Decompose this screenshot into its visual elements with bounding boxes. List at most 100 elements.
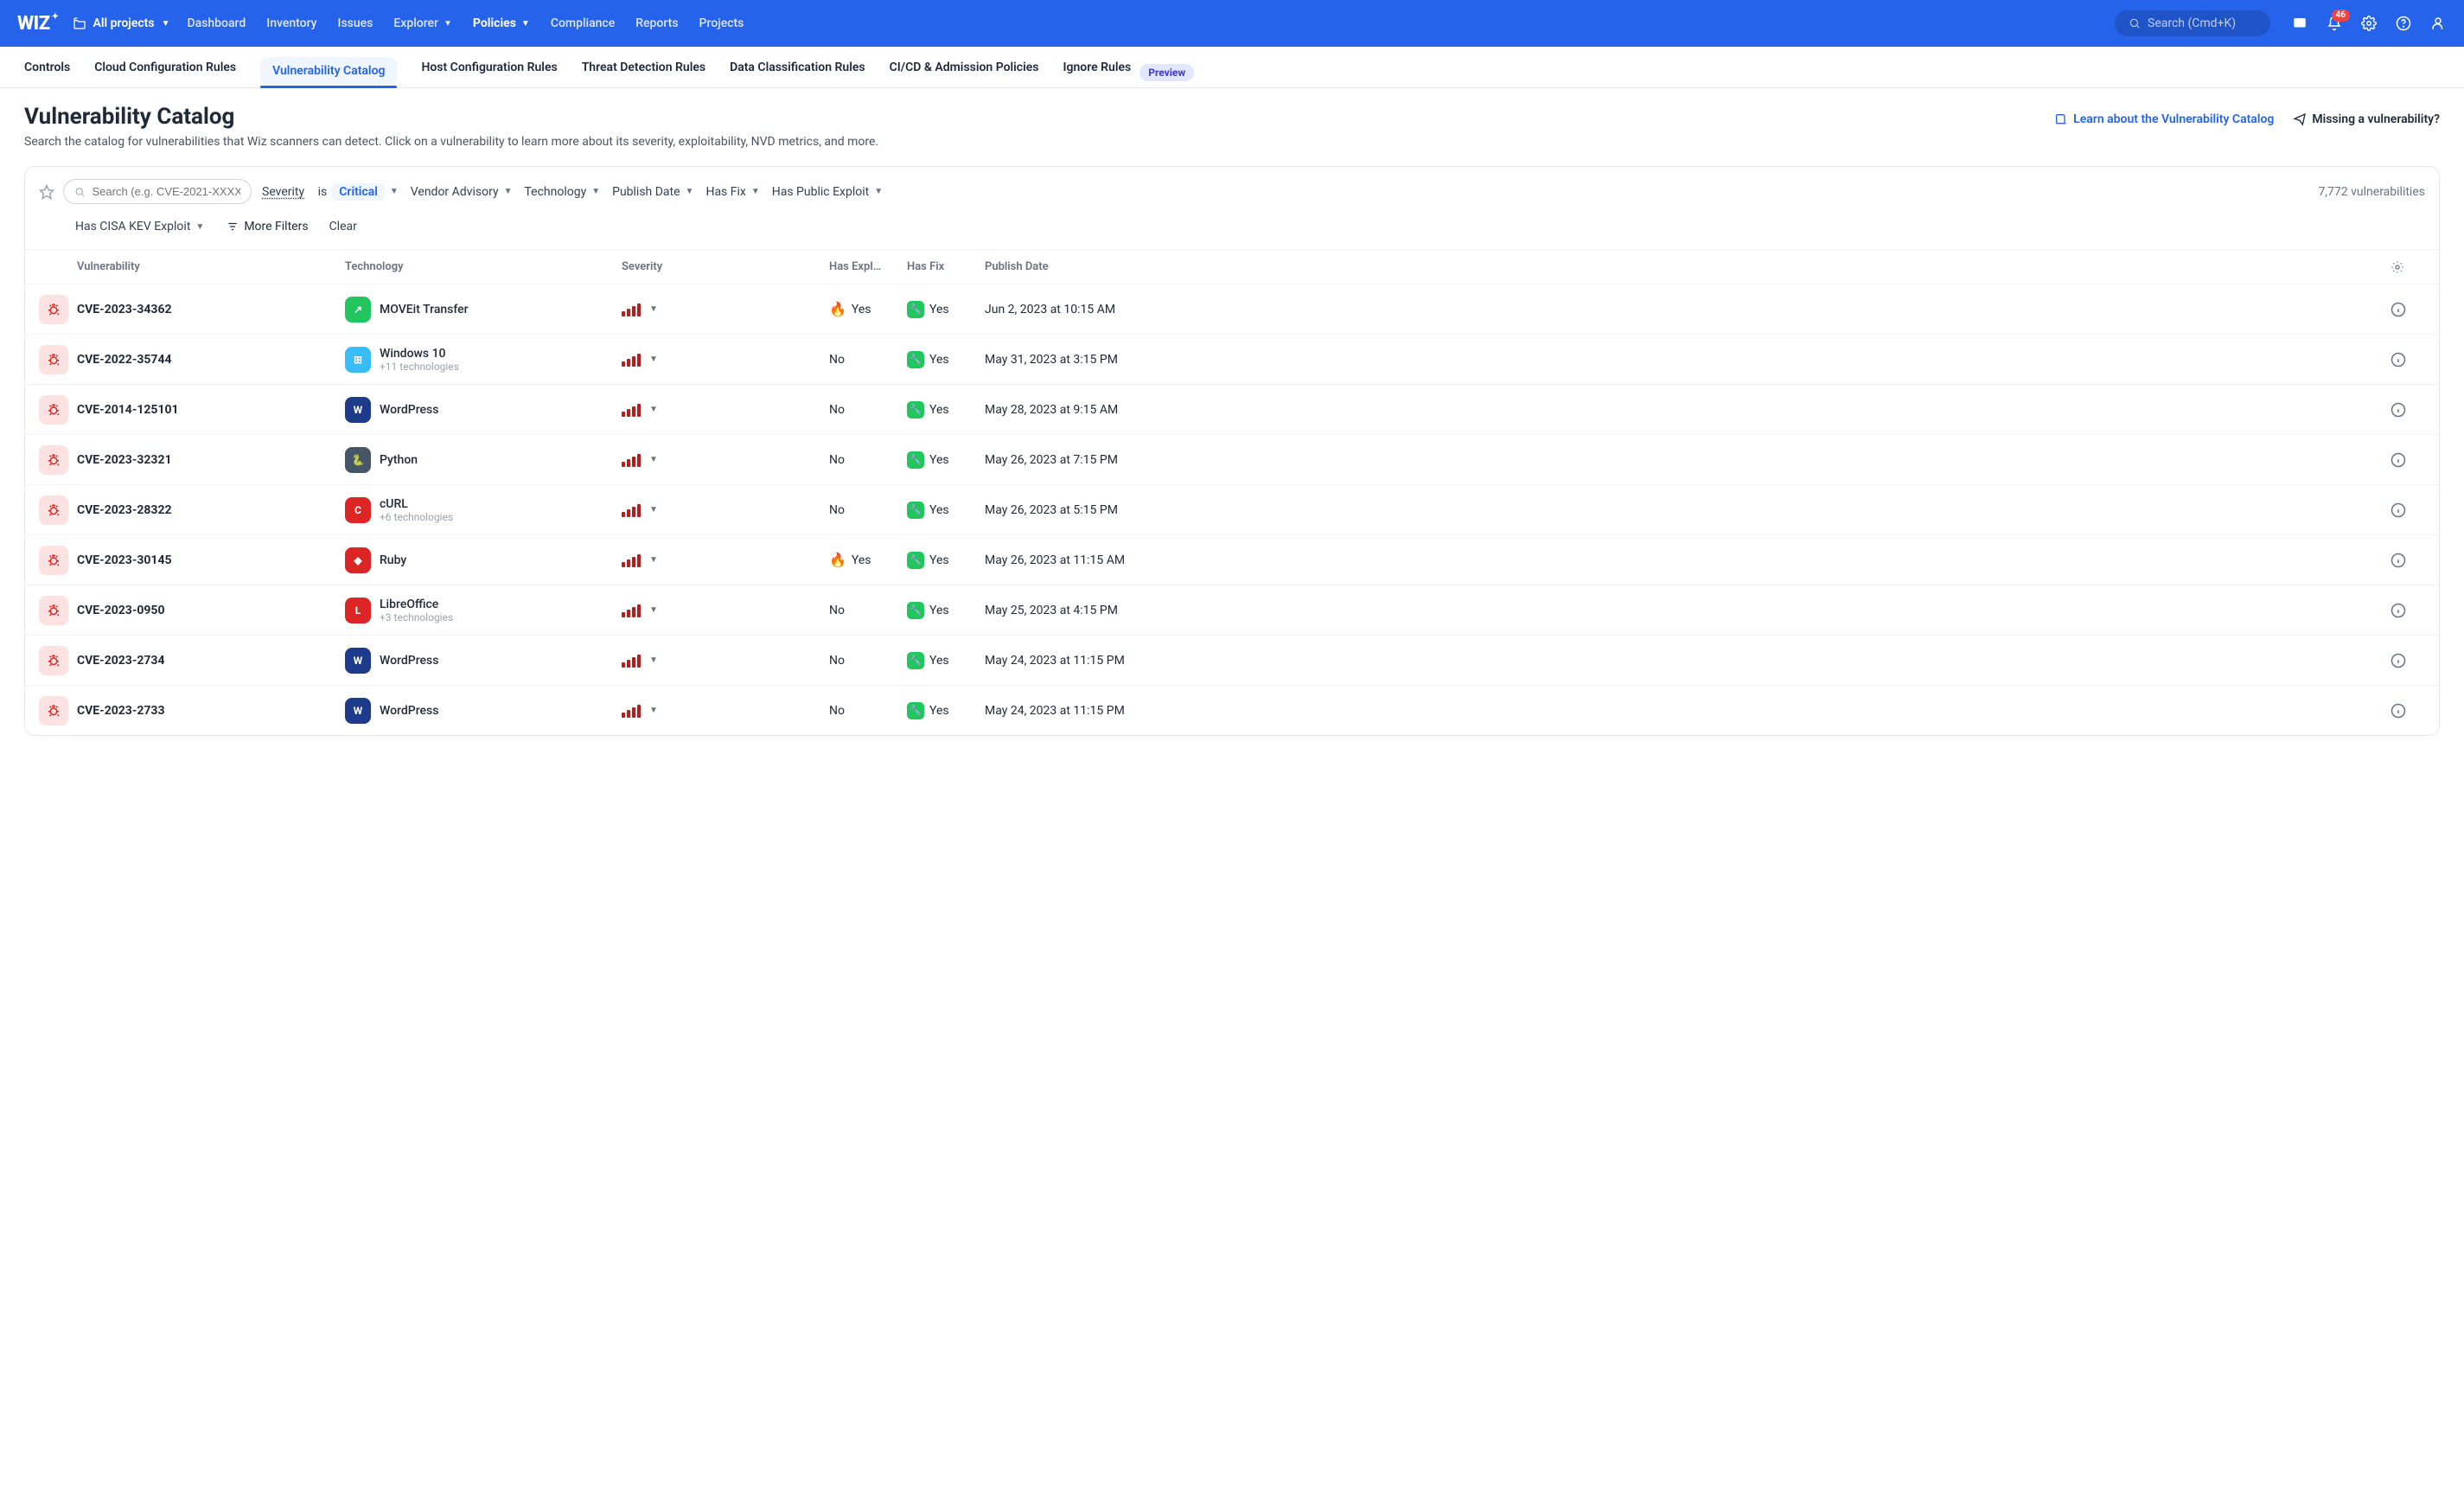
nav-dashboard[interactable]: Dashboard xyxy=(187,16,246,30)
tab-threat-detection-rules[interactable]: Threat Detection Rules xyxy=(582,61,705,85)
top-nav: Dashboard Inventory Issues Explorer▼ Policie… xyxy=(187,16,744,30)
col-severity[interactable]: Severity xyxy=(622,260,829,273)
tab-vulnerability-catalog[interactable]: Vulnerability Catalog xyxy=(260,57,397,85)
severity-cell[interactable]: ▼ xyxy=(622,503,829,517)
col-technology[interactable]: Technology xyxy=(345,260,622,273)
row-info[interactable] xyxy=(2391,302,2425,317)
nav-explorer[interactable]: Explorer▼ xyxy=(393,16,452,30)
catalog-search-input[interactable] xyxy=(93,185,241,198)
logo[interactable]: WIZ✦ xyxy=(17,13,59,35)
fix-cell: 🔧Yes xyxy=(907,602,985,619)
tab-controls[interactable]: Controls xyxy=(24,61,70,85)
col-has-exploit[interactable]: Has Expl… xyxy=(829,260,907,273)
bug-icon xyxy=(39,646,68,675)
severity-cell[interactable]: ▼ xyxy=(622,403,829,417)
table-row[interactable]: CVE-2023-34362↗MOVEit Transfer▼🔥Yes🔧YesJ… xyxy=(25,284,2439,334)
favorite-toggle[interactable] xyxy=(39,184,54,200)
nav-compliance[interactable]: Compliance xyxy=(551,16,615,30)
gear-icon[interactable] xyxy=(2360,15,2378,32)
table-row[interactable]: CVE-2023-2734WWordPress▼No🔧YesMay 24, 20… xyxy=(25,635,2439,685)
widget-icon[interactable] xyxy=(2291,15,2308,32)
severity-cell[interactable]: ▼ xyxy=(622,453,829,467)
chevron-down-icon: ▼ xyxy=(162,19,170,29)
row-info[interactable] xyxy=(2391,452,2425,468)
exploit-cell: No xyxy=(829,353,907,367)
chevron-down-icon: ▼ xyxy=(649,455,658,464)
row-info[interactable] xyxy=(2391,553,2425,568)
severity-cell[interactable]: ▼ xyxy=(622,303,829,316)
cve-link[interactable]: CVE-2014-125101 xyxy=(77,403,345,417)
filter-public-exploit[interactable]: Has Public Exploit▼ xyxy=(770,182,884,202)
bell-icon[interactable]: 46 xyxy=(2326,15,2343,32)
page-title: Vulnerability Catalog xyxy=(24,104,234,130)
cve-link[interactable]: CVE-2023-28322 xyxy=(77,503,345,517)
filter-severity[interactable]: Severity is Critical▼ xyxy=(260,180,400,204)
row-info[interactable] xyxy=(2391,352,2425,368)
row-info[interactable] xyxy=(2391,653,2425,668)
fix-cell: 🔧Yes xyxy=(907,401,985,419)
help-icon[interactable] xyxy=(2395,15,2412,32)
tech-icon: W xyxy=(345,397,371,423)
table-row[interactable]: CVE-2023-0950LLibreOffice+3 technologies… xyxy=(25,585,2439,635)
tab-data-classification-rules[interactable]: Data Classification Rules xyxy=(730,61,865,85)
cve-link[interactable]: CVE-2023-0950 xyxy=(77,604,345,617)
cve-link[interactable]: CVE-2022-35744 xyxy=(77,353,345,367)
tab-ignore-rules[interactable]: Ignore Rules xyxy=(1063,61,1131,85)
missing-link[interactable]: Missing a vulnerability? xyxy=(2293,112,2440,126)
row-info[interactable] xyxy=(2391,402,2425,418)
cve-link[interactable]: CVE-2023-32321 xyxy=(77,453,345,467)
severity-cell[interactable]: ▼ xyxy=(622,353,829,367)
tech-icon: W xyxy=(345,698,371,724)
col-vulnerability[interactable]: Vulnerability xyxy=(77,260,345,273)
tab-ci-cd-admission-policies[interactable]: CI/CD & Admission Policies xyxy=(890,61,1039,85)
filter-technology[interactable]: Technology▼ xyxy=(522,182,602,202)
table-row[interactable]: CVE-2023-28322CcURL+6 technologies▼No🔧Ye… xyxy=(25,484,2439,534)
nav-inventory[interactable]: Inventory xyxy=(266,16,316,30)
table-row[interactable]: CVE-2023-30145◆Ruby▼🔥Yes🔧YesMay 26, 2023… xyxy=(25,534,2439,585)
row-info[interactable] xyxy=(2391,603,2425,618)
table-row[interactable]: CVE-2023-2733WWordPress▼No🔧YesMay 24, 20… xyxy=(25,685,2439,735)
filter-publish-date[interactable]: Publish Date▼ xyxy=(610,182,695,202)
cve-link[interactable]: CVE-2023-2733 xyxy=(77,704,345,718)
col-has-fix[interactable]: Has Fix xyxy=(907,260,985,273)
severity-cell[interactable]: ▼ xyxy=(622,553,829,567)
severity-cell[interactable]: ▼ xyxy=(622,654,829,668)
table-row[interactable]: CVE-2023-32321🐍Python▼No🔧YesMay 26, 2023… xyxy=(25,434,2439,484)
filter-has-fix[interactable]: Has Fix▼ xyxy=(704,182,761,202)
nav-policies[interactable]: Policies▼ xyxy=(473,16,530,30)
cve-link[interactable]: CVE-2023-2734 xyxy=(77,654,345,668)
cve-link[interactable]: CVE-2023-30145 xyxy=(77,553,345,567)
row-info[interactable] xyxy=(2391,703,2425,719)
tab-host-configuration-rules[interactable]: Host Configuration Rules xyxy=(421,61,557,85)
chevron-down-icon: ▼ xyxy=(649,405,658,414)
tab-cloud-configuration-rules[interactable]: Cloud Configuration Rules xyxy=(94,61,236,85)
table-row[interactable]: CVE-2014-125101WWordPress▼No🔧YesMay 28, … xyxy=(25,384,2439,434)
col-publish-date[interactable]: Publish Date xyxy=(985,260,2391,273)
technology-cell: ◆Ruby xyxy=(345,547,622,573)
project-selector[interactable]: All projects ▼ xyxy=(73,16,170,30)
clear-filters[interactable]: Clear xyxy=(329,220,357,233)
learn-link[interactable]: Learn about the Vulnerability Catalog xyxy=(2054,112,2274,126)
chevron-down-icon: ▼ xyxy=(649,355,658,364)
date-cell: May 26, 2023 at 7:15 PM xyxy=(985,453,2391,467)
cve-link[interactable]: CVE-2023-34362 xyxy=(77,303,345,316)
severity-cell[interactable]: ▼ xyxy=(622,704,829,718)
global-search[interactable]: Search (Cmd+K) xyxy=(2115,10,2270,36)
filter-vendor-advisory[interactable]: Vendor Advisory▼ xyxy=(409,182,514,202)
technology-cell: LLibreOffice+3 technologies xyxy=(345,598,622,623)
column-settings[interactable] xyxy=(2391,260,2425,274)
user-icon[interactable] xyxy=(2429,15,2447,32)
filter-bar: Severity is Critical▼ Vendor Advisory▼ T… xyxy=(25,167,2439,216)
table-row[interactable]: CVE-2022-35744⊞Windows 10+11 technologie… xyxy=(25,334,2439,384)
severity-cell[interactable]: ▼ xyxy=(622,604,829,617)
nav-reports[interactable]: Reports xyxy=(635,16,678,30)
row-info[interactable] xyxy=(2391,502,2425,518)
catalog-search[interactable] xyxy=(63,179,252,204)
wrench-icon: 🔧 xyxy=(907,602,924,619)
filter-cisa-kev[interactable]: Has CISA KEV Exploit▼ xyxy=(73,216,206,237)
nav-issues[interactable]: Issues xyxy=(338,16,373,30)
nav-projects[interactable]: Projects xyxy=(699,16,744,30)
technology-cell: 🐍Python xyxy=(345,447,622,473)
more-filters[interactable]: More Filters xyxy=(227,220,308,233)
chevron-down-icon: ▼ xyxy=(649,655,658,665)
